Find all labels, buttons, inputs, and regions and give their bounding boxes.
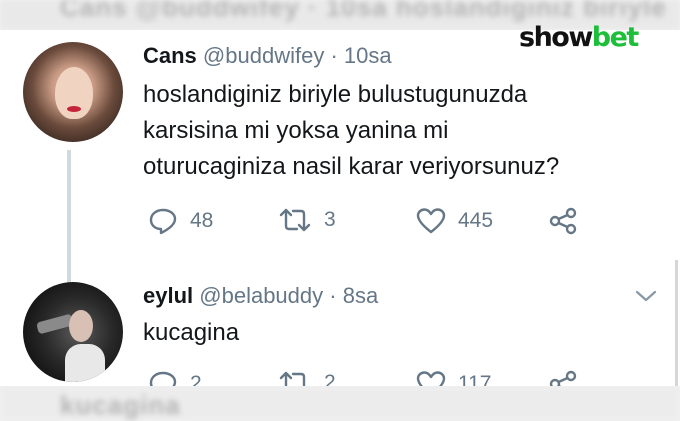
like-button[interactable]: 445 xyxy=(416,207,493,235)
separator: · xyxy=(329,283,337,308)
reply-button[interactable]: 48 xyxy=(148,207,213,235)
user-handle[interactable]: @buddwifey xyxy=(203,43,324,68)
like-button[interactable]: 117 xyxy=(416,370,491,386)
user-display-name[interactable]: eylul xyxy=(143,283,193,308)
retweet-count: 2 xyxy=(324,371,336,386)
user-handle[interactable]: @belabuddy xyxy=(199,283,323,308)
like-count: 445 xyxy=(458,209,494,232)
share-icon xyxy=(548,207,578,235)
reply-button[interactable]: 2 xyxy=(148,370,202,386)
avatar[interactable] xyxy=(23,282,123,382)
tweet-actions: 48 3 445 xyxy=(148,207,588,237)
retweet-icon xyxy=(278,370,312,386)
tweet-text-line: karsisina mi yoksa yanina mi xyxy=(143,117,449,144)
tweet-text: hoslandiginiz biriyle bulustugunuzda kar… xyxy=(143,77,663,185)
timestamp[interactable]: 8sa xyxy=(343,283,378,308)
blurred-text: Cans @buddwifey · 10sa hoslandiginiz bir… xyxy=(60,0,667,22)
like-count: 117 xyxy=(458,372,492,386)
retweet-icon xyxy=(278,207,312,233)
reply-count: 48 xyxy=(190,209,214,232)
heart-icon xyxy=(416,207,446,235)
watermark-text-accent: bet xyxy=(591,22,640,53)
retweet-button[interactable]: 3 xyxy=(278,207,336,233)
scrollbar[interactable] xyxy=(675,260,678,386)
reply-icon xyxy=(148,370,178,386)
tweet-text: kucagina xyxy=(143,315,663,351)
retweet-button[interactable]: 2 xyxy=(278,370,336,386)
watermark-text: show xyxy=(519,22,593,53)
tweet-header: eylul @belabuddy · 8sa xyxy=(143,283,378,309)
tweet-header: Cans @buddwifey · 10sa xyxy=(143,43,392,69)
reply-count: 2 xyxy=(190,372,202,386)
blurred-text: kucagina xyxy=(60,390,181,420)
retweet-count: 3 xyxy=(324,208,336,231)
watermark-logo: showbet xyxy=(519,22,640,53)
blurred-next-content: kucagina xyxy=(0,386,680,421)
separator: · xyxy=(330,43,338,68)
heart-icon xyxy=(416,370,446,386)
tweet-text-line: hoslandiginiz biriyle bulustugunuzda xyxy=(143,81,528,108)
share-button[interactable] xyxy=(548,207,578,235)
tweet-text-line: oturucaginiza nasil karar veriyorsunuz? xyxy=(143,153,560,180)
tweet-thread: Cans @buddwifey · 10sa hoslandiginiz bir… xyxy=(0,30,680,386)
timestamp[interactable]: 10sa xyxy=(344,43,392,68)
share-icon xyxy=(548,370,578,386)
tweet-actions: 2 2 117 xyxy=(148,370,588,386)
user-display-name[interactable]: Cans xyxy=(143,43,197,68)
tweet-text-line: kucagina xyxy=(143,319,240,346)
chevron-down-icon[interactable] xyxy=(634,288,658,309)
avatar[interactable] xyxy=(23,42,123,142)
reply-icon xyxy=(148,207,178,235)
share-button[interactable] xyxy=(548,370,578,386)
